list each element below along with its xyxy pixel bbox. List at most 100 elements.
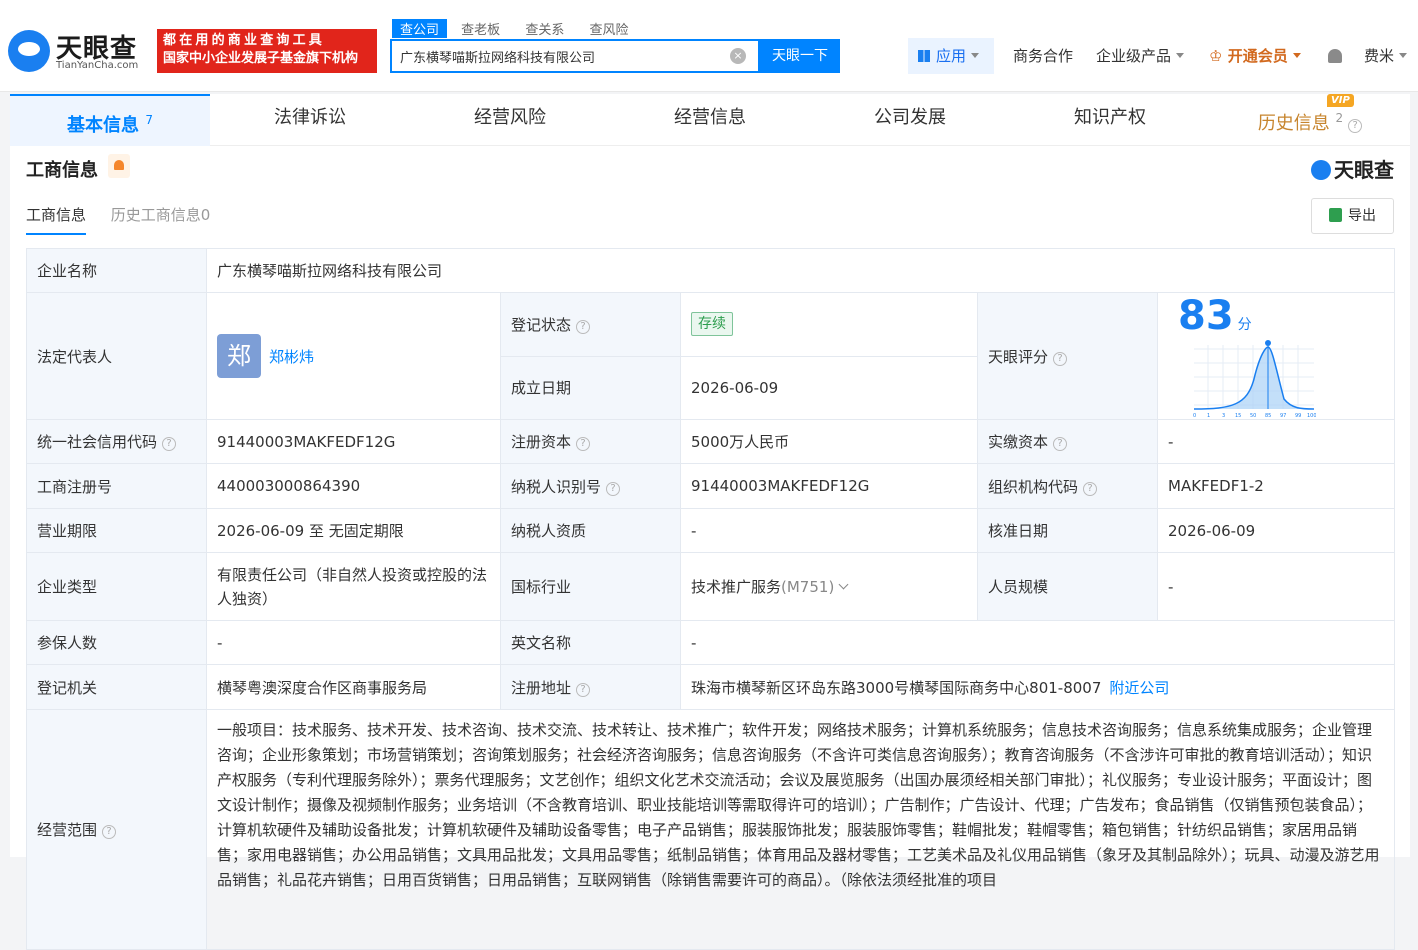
help-icon[interactable]: ? [102,825,117,839]
subtab-history-business-info[interactable]: 历史工商信息0 [111,204,211,233]
tab-litigation[interactable]: 法律诉讼 [210,94,410,146]
x-tick: 15 [1235,413,1241,419]
scope-value: 一般项目：技术服务、技术开发、技术咨询、技术交流、技术转让、技术推广；软件开发；… [206,709,1395,950]
help-icon[interactable]: ? [1083,481,1098,496]
score-label-cell: 天眼评分? [977,292,1158,420]
table-row: 经营范围? 一般项目：技术服务、技术开发、技术咨询、技术交流、技术转让、技术推广… [26,709,1395,950]
user-menu[interactable]: 费米 [1364,38,1408,74]
score-value: 83 [1178,293,1234,339]
chevron-down-icon [1399,53,1408,58]
tab-count: 7 [145,113,153,127]
credit-code-label-cell: 统一社会信用代码? [26,419,207,464]
company-name-value: 广东横琴喵斯拉网络科技有限公司 [206,248,1395,293]
main-tabs: 基本信息 7 法律诉讼 经营风险 经营信息 公司发展 知识产权 VIP 历史信息… [10,94,1410,146]
industry-label: 国标行业 [500,552,681,621]
taxpayer-id-value: 91440003MAKFEDF12G [680,463,978,509]
vip-badge: VIP [1327,94,1354,107]
vip-menu[interactable]: ♔ 开通会员 [1209,38,1301,74]
term-label: 营业期限 [26,508,207,553]
apps-label: 应用 [936,47,967,65]
search-tab-company[interactable]: 查公司 [392,19,448,38]
type-label: 企业类型 [26,552,207,621]
tab-development[interactable]: 公司发展 [810,94,1010,146]
reg-capital-value: 5000万人民币 [680,419,978,464]
type-value: 有限责任公司（非自然人投资或控股的法人独资） [206,552,501,621]
slogan-line2: 国家中小企业发展子基金旗下机构 [163,51,359,66]
search-tab-relation[interactable]: 查关系 [525,19,564,38]
brand-logo-icon [1311,160,1331,180]
status-cell: 存续 [680,292,978,357]
score-cell[interactable]: 83 分 0 1 3 15 50 85 97 99 100 [1157,292,1395,420]
tab-label: 公司发展 [874,107,946,128]
tab-basic-info[interactable]: 基本信息 7 [10,94,210,146]
industry-value: 技术推广服务 [691,578,782,596]
approval-date-label: 核准日期 [977,508,1158,553]
help-icon[interactable]: ? [1348,119,1363,133]
authority-label: 登记机关 [26,664,207,710]
approval-date-value: 2026-06-09 [1157,508,1395,553]
nearby-companies-link[interactable]: 附近公司 [1109,679,1169,697]
org-code-label-cell: 组织机构代码? [977,463,1158,509]
tab-ip[interactable]: 知识产权 [1010,94,1210,146]
paid-capital-value: - [1157,419,1395,464]
tab-operating-info[interactable]: 经营信息 [610,94,810,146]
chevron-down-icon [971,53,980,58]
reg-capital-label-cell: 注册资本? [500,419,681,464]
score-distribution-chart: 0 1 3 15 50 85 97 99 100 [1193,340,1317,419]
staff-value: - [1157,552,1395,621]
help-icon[interactable]: ? [576,682,591,697]
search-button[interactable]: 天眼一下 [760,39,840,73]
paid-capital-label-cell: 实缴资本? [977,419,1158,464]
search-box: × [390,39,760,73]
logo[interactable]: 天眼查 TianYanCha.com [8,28,148,74]
insured-label: 参保人数 [26,620,207,665]
x-tick: 100 [1307,413,1316,419]
score-marker-dot [1265,340,1271,346]
clear-icon[interactable]: × [730,48,746,64]
taxpayer-qual-value: - [680,508,978,553]
business-link[interactable]: 商务合作 [1013,38,1073,74]
company-card: 基本信息 7 法律诉讼 经营风险 经营信息 公司发展 知识产权 VIP 历史信息… [10,94,1410,950]
search-tab-risk[interactable]: 查风险 [589,19,628,38]
status-label-cell: 登记状态? [500,292,681,357]
search-tab-boss[interactable]: 查老板 [461,19,500,38]
subscribe-bell-icon[interactable] [108,154,130,178]
english-name-label: 英文名称 [500,620,681,665]
search-input[interactable] [392,41,722,71]
avatar: 郑 [217,334,261,378]
table-row: 法定代表人 郑郑彬炜 登记状态? 存续 天眼评分? 83 分 0 1 3 15 … [26,292,1395,420]
search-tabs: 查公司 查老板 查关系 查风险 [392,19,649,39]
help-icon[interactable]: ? [576,319,591,334]
scope-label: 经营范围 [37,821,98,839]
help-icon[interactable]: ? [162,437,177,451]
chevron-down-icon [838,579,849,590]
x-tick: 99 [1295,413,1301,419]
term-value: 2026-06-09 至 无固定期限 [206,508,501,553]
tab-operating-risk[interactable]: 经营风险 [410,94,610,146]
x-tick: 85 [1265,413,1271,419]
score-unit: 分 [1237,317,1252,333]
help-icon[interactable]: ? [606,481,621,496]
address-label-cell: 注册地址? [500,664,681,710]
english-name-value: - [680,620,1395,665]
export-button[interactable]: 导出 [1311,198,1394,234]
table-row: 工商注册号 440003000864390 纳税人识别号? 91440003MA… [26,463,1395,509]
help-icon[interactable]: ? [576,437,591,451]
tab-history[interactable]: VIP 历史信息 2? [1210,94,1410,146]
top-bar: 天眼查 TianYanCha.com 都在用的商业查询工具 国家中小企业发展子基… [0,0,1418,92]
legal-rep-link[interactable]: 郑彬炜 [269,348,314,366]
help-icon[interactable]: ? [1053,437,1068,451]
enterprise-products-menu[interactable]: 企业级产品 [1096,38,1185,74]
industry-cell[interactable]: 技术推广服务(M751) [680,552,978,621]
brand-watermark: 天眼查 [1311,154,1394,183]
apps-menu[interactable]: 应用 [908,38,994,74]
table-row: 登记机关 横琴粤澳深度合作区商事服务局 注册地址? 珠海市横琴新区环岛东路300… [26,664,1395,710]
subtab-business-info[interactable]: 工商信息 [26,204,87,235]
table-row: 企业名称 广东横琴喵斯拉网络科技有限公司 [26,248,1395,293]
enterprise-label: 企业级产品 [1096,47,1172,65]
status-badge: 存续 [691,312,733,337]
notification-button[interactable] [1328,38,1342,74]
scope-label-cell: 经营范围? [26,709,207,950]
help-icon[interactable]: ? [1053,351,1068,366]
excel-icon [1329,208,1342,222]
